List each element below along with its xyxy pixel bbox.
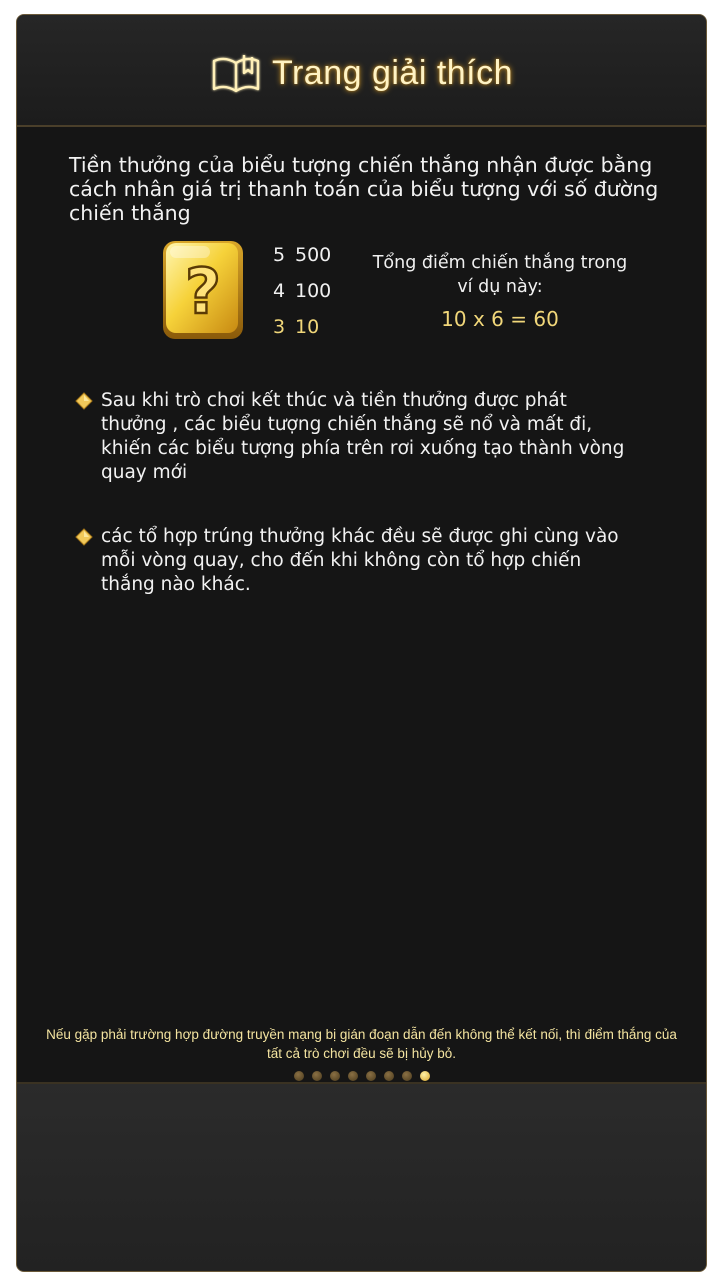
rule-item: Sau khi trò chơi kết thúc và tiền thưởng…: [75, 389, 635, 485]
content-area: Tiền thưởng của biểu tượng chiến thắng n…: [17, 127, 706, 1082]
page-dot[interactable]: [365, 1071, 376, 1081]
diamond-bullet-icon: [75, 528, 93, 546]
intro-text: Tiền thưởng của biểu tượng chiến thắng n…: [69, 153, 659, 225]
pay-row: 4 100: [273, 280, 331, 316]
page-dot[interactable]: [401, 1071, 412, 1081]
example-label: Tổng điểm chiến thắng trong ví dụ này:: [372, 253, 628, 297]
pay-row: 5 500: [273, 244, 331, 280]
bottom-panel: [17, 1082, 706, 1271]
rule-text: các tổ hợp trúng thưởng khác đều sẽ được…: [101, 526, 619, 595]
pay-count: 4: [273, 280, 286, 302]
pay-value: 100: [295, 280, 332, 302]
page-dot[interactable]: [383, 1071, 394, 1081]
question-mark-symbol-icon: ?: [163, 241, 243, 339]
book-icon: [212, 55, 260, 93]
pay-value: 10: [295, 316, 320, 338]
disconnect-notice: Nếu gặp phải trường hợp đường truyền mạn…: [46, 1027, 677, 1061]
svg-text:?: ?: [185, 255, 221, 328]
example-formula: 10 x 6 = 60: [441, 307, 559, 331]
page-indicator[interactable]: [17, 1071, 706, 1081]
page-dot[interactable]: [311, 1071, 322, 1081]
page-dot[interactable]: [293, 1071, 304, 1081]
title-bar: Trang giải thích: [17, 51, 706, 95]
page-dot-active[interactable]: [419, 1071, 430, 1081]
page-dot[interactable]: [329, 1071, 340, 1081]
header: Trang giải thích: [17, 15, 706, 127]
help-panel: Trang giải thích Tiền thưởng của biểu tư…: [16, 14, 707, 1272]
pay-count: 5: [273, 244, 286, 266]
pay-table: 5 500 4 100 3 10: [273, 244, 331, 352]
diamond-bullet-icon: [75, 392, 93, 410]
page-title: Trang giải thích: [271, 53, 514, 92]
pay-row-highlighted: 3 10: [273, 316, 331, 352]
rule-item: các tổ hợp trúng thưởng khác đều sẽ được…: [75, 525, 635, 597]
rule-text: Sau khi trò chơi kết thúc và tiền thưởng…: [101, 390, 625, 483]
pay-value: 500: [295, 244, 332, 266]
page-dot[interactable]: [347, 1071, 358, 1081]
pay-count: 3: [273, 316, 286, 338]
